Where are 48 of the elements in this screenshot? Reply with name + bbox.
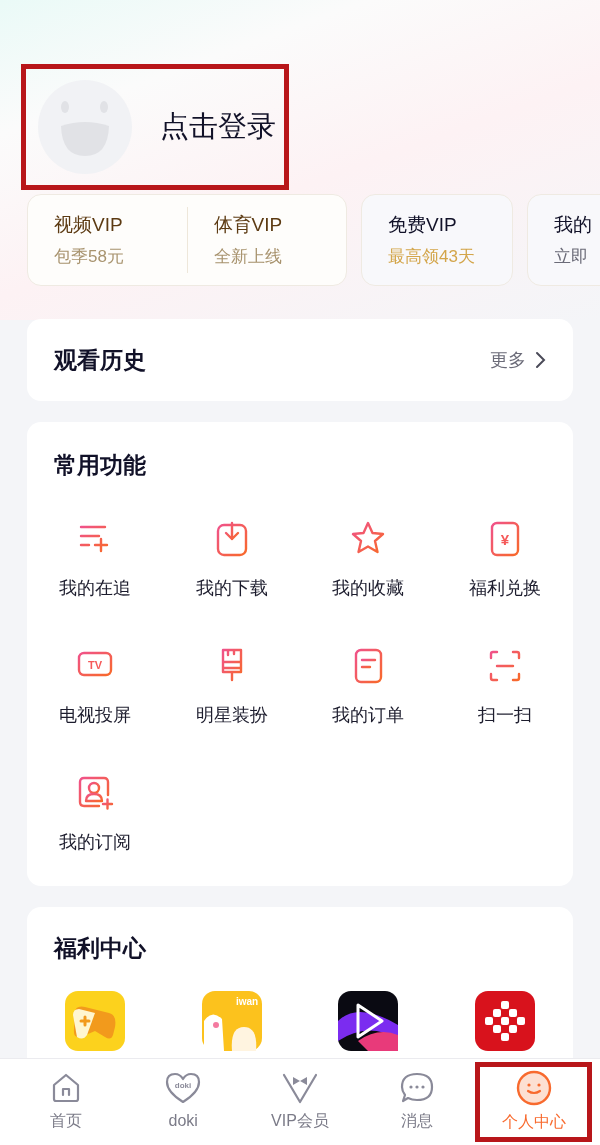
tab[interactable]: 消息 — [358, 1062, 476, 1142]
function-item[interactable]: 明星装扮 — [163, 645, 300, 729]
tab[interactable]: VIP会员 — [241, 1062, 359, 1142]
heart-icon: doki — [164, 1071, 203, 1105]
function-item[interactable]: ¥ 福利兑换 — [436, 518, 573, 602]
function-label: 我的在追 — [59, 576, 132, 600]
vip-card[interactable]: 我的 立即 — [527, 194, 600, 286]
vip-title: 免费VIP — [388, 212, 458, 237]
function-label: 我的收藏 — [332, 576, 405, 600]
avatar-icon — [38, 80, 132, 174]
vip-title: 体育VIP — [213, 212, 284, 237]
chat-icon — [398, 1071, 435, 1105]
function-label: 我的订阅 — [59, 830, 132, 854]
function-item[interactable]: 我的在追 — [27, 518, 164, 602]
tab[interactable]: 首页 — [8, 1062, 125, 1142]
function-label: 我的下载 — [195, 576, 268, 600]
function-item[interactable]: 我的订单 — [300, 645, 437, 729]
function-item[interactable]: 我的收藏 — [300, 518, 437, 602]
vip-title: 我的 — [554, 212, 593, 237]
function-label: 扫一扫 — [477, 703, 532, 727]
history-card[interactable]: 观看历史 更多 — [27, 319, 573, 401]
vip-subtitle: 最高领43天 — [388, 246, 476, 268]
vip-subtitle: 全新上线 — [213, 246, 283, 268]
history-title: 观看历史 — [54, 345, 146, 375]
vip-card[interactable]: 视频VIP 包季58元 体育VIP 全新上线 — [27, 194, 347, 286]
tab[interactable]: doki doki — [124, 1062, 242, 1142]
vip-card[interactable]: 免费VIP 最高领43天 — [361, 194, 513, 286]
welfare-title: 福利中心 — [54, 934, 146, 961]
function-item[interactable]: TV 电视投屏 — [27, 645, 164, 729]
vip-subtitle: 包季58元 — [54, 246, 125, 268]
more-link[interactable]: 更多 — [490, 346, 526, 374]
login-label: 点击登录 — [160, 109, 276, 145]
function-label: 福利兑换 — [468, 576, 541, 600]
chevron-right-icon — [534, 351, 546, 369]
vip-title: 视频VIP — [54, 212, 124, 237]
function-label: 电视投屏 — [59, 703, 132, 727]
smiley-icon — [515, 1070, 552, 1106]
function-label: 我的订单 — [332, 703, 405, 727]
function-item[interactable]: 我的订阅 — [27, 772, 164, 856]
login-area[interactable]: 点击登录 — [21, 64, 289, 190]
video-app-icon[interactable] — [338, 991, 399, 1051]
function-item[interactable]: 我的下载 — [163, 518, 300, 602]
function-item[interactable]: 扫一扫 — [436, 645, 573, 729]
functions-title: 常用功能 — [54, 452, 146, 478]
grid-app-icon[interactable] — [474, 991, 535, 1051]
bowtie-icon — [281, 1071, 319, 1105]
vip-subtitle: 立即 — [554, 246, 589, 268]
function-label: 明星装扮 — [195, 703, 268, 727]
